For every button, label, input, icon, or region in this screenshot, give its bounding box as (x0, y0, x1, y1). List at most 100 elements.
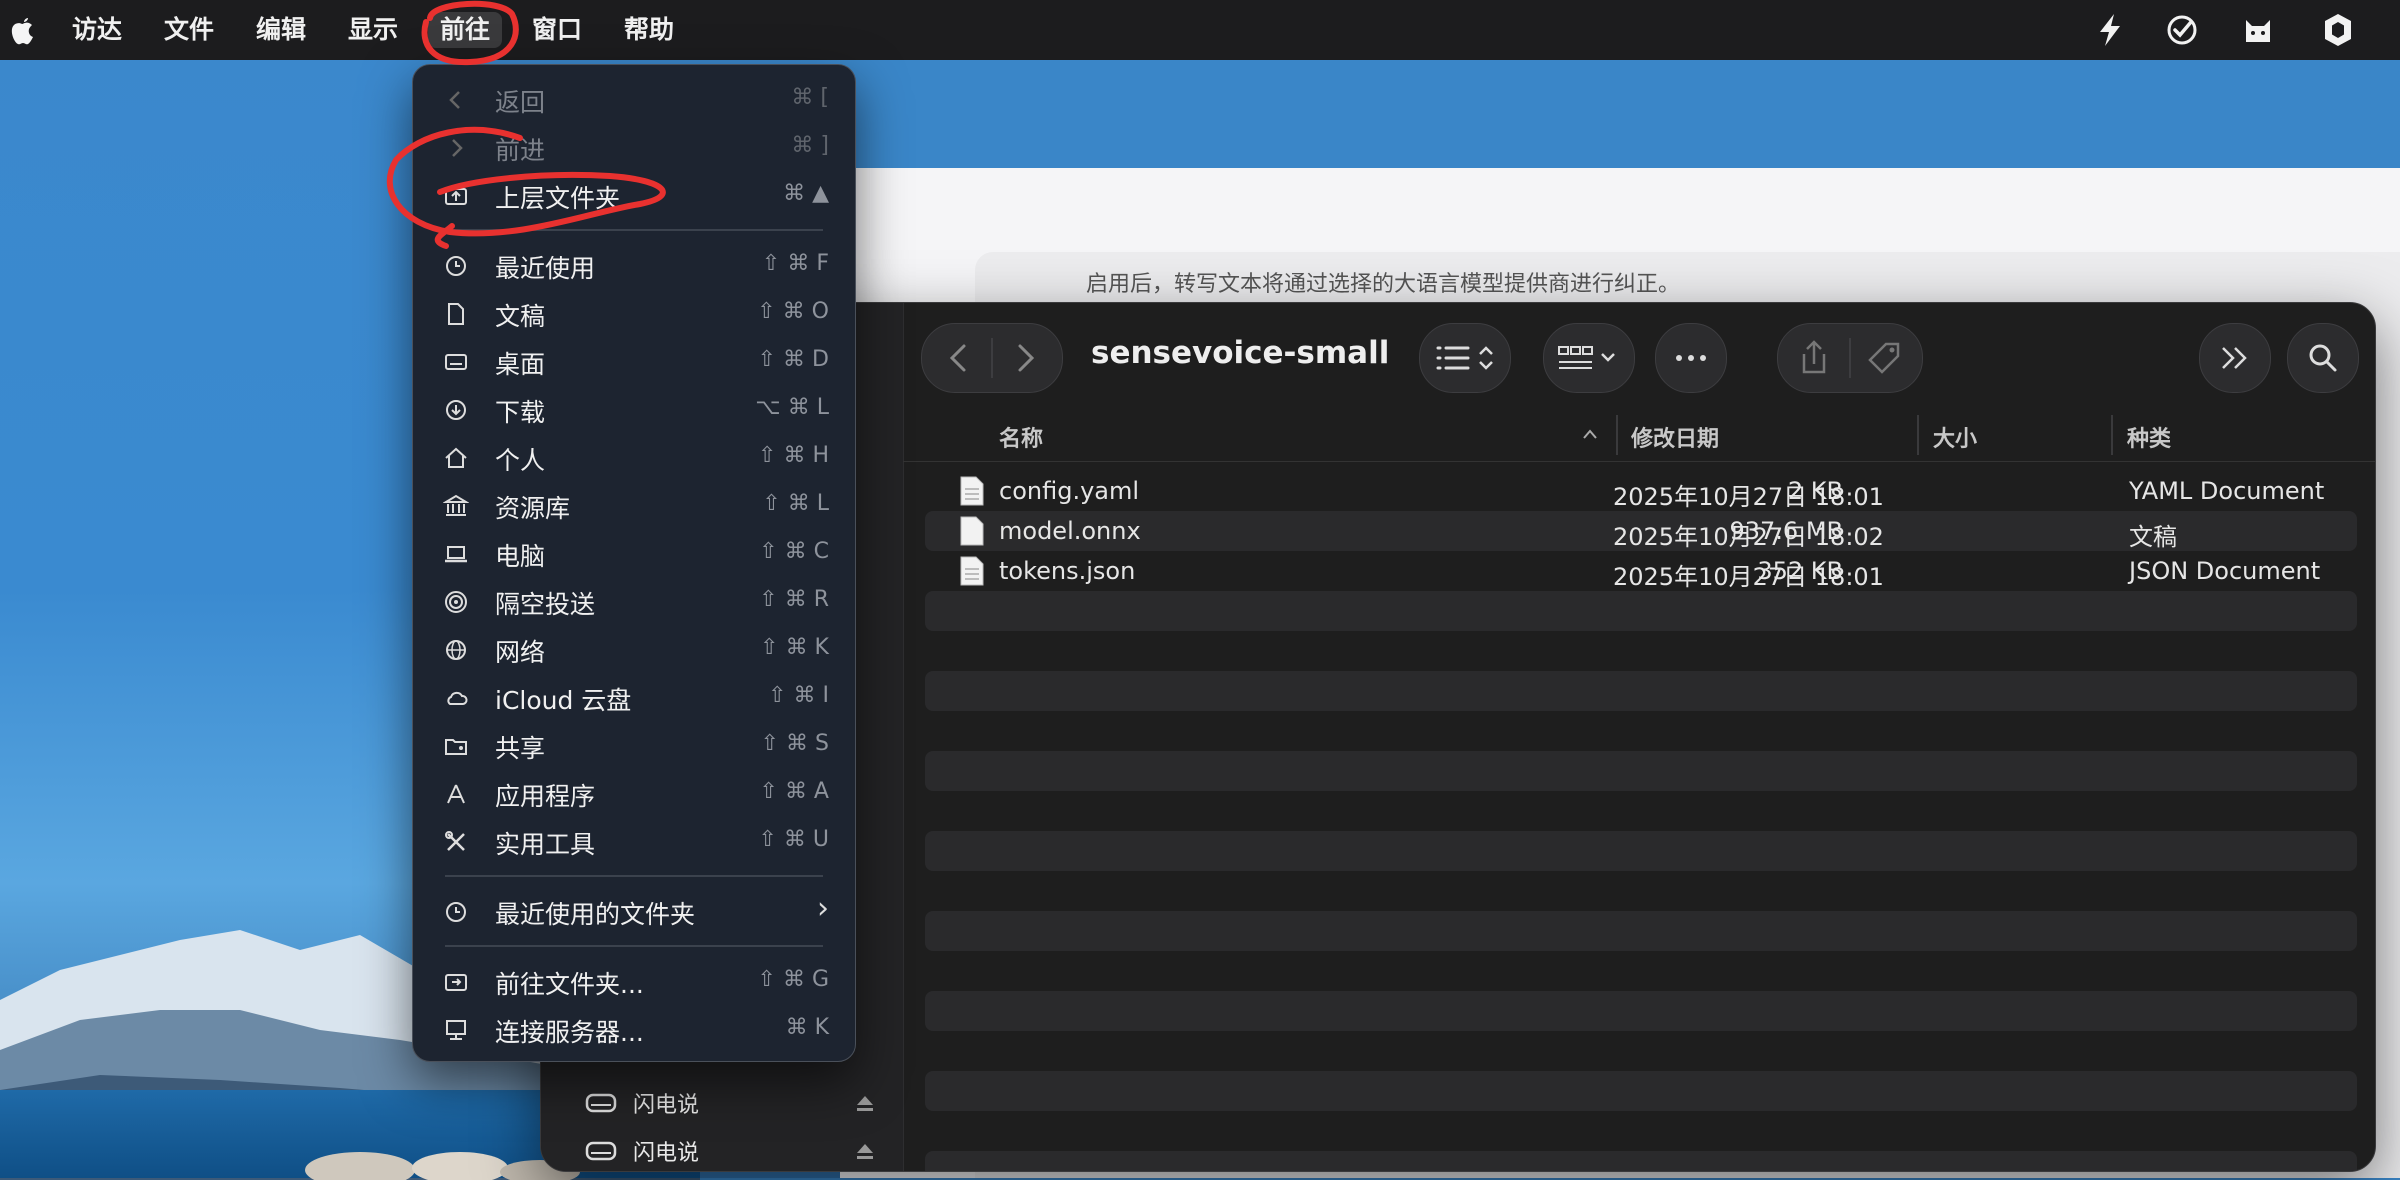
go-menu-item-network[interactable]: 网络 ⇧ ⌘ K (413, 627, 855, 671)
cat-icon[interactable] (2238, 10, 2278, 50)
menu-finder[interactable]: 访达 (60, 12, 134, 48)
search-button[interactable] (2287, 323, 2359, 393)
list-view-icon (1436, 346, 1493, 370)
menu-bar: 访达 文件 编辑 显示 前往 窗口 帮助 (0, 0, 2400, 60)
document-file-icon (960, 476, 984, 506)
clock-icon (446, 256, 466, 276)
table-row[interactable]: config.yaml 2025年10月27日 18:01 2 KB YAML … (925, 471, 2357, 511)
menu-item-label: 应用程序 (495, 782, 596, 811)
menu-item-label: 前进 (495, 136, 546, 165)
apple-logo-icon[interactable] (6, 10, 38, 50)
shield-hexagon-icon[interactable] (2318, 10, 2358, 50)
sidebar-item-volume[interactable]: 闪电说 (585, 1083, 885, 1123)
column-header-kind[interactable]: 种类 (2127, 421, 2171, 453)
cloud-icon (447, 691, 468, 705)
go-menu-item-home[interactable]: 个人 ⇧ ⌘ H (413, 435, 855, 479)
go-menu-item-utilities[interactable]: 实用工具 ⇧ ⌘ U (413, 819, 855, 863)
column-header-name[interactable]: 名称 (999, 421, 1043, 453)
document-file-icon (960, 556, 984, 586)
group-button[interactable] (1543, 323, 1635, 393)
empty-row-stripe (925, 991, 2357, 1031)
menu-item-shortcut: ⌘ ▲ (783, 181, 829, 206)
column-header-modified[interactable]: 修改日期 (1631, 421, 1719, 453)
column-separator (1917, 415, 1919, 455)
menu-edit[interactable]: 编辑 (244, 12, 318, 48)
menu-item-shortcut: ⇧ ⌘ I (768, 683, 829, 708)
file-size: 2 KB (1787, 477, 1843, 505)
go-menu-item-back[interactable]: 返回 ⌘ [ (413, 77, 855, 121)
menu-file[interactable]: 文件 (152, 12, 226, 48)
go-menu-item-library[interactable]: 资源库 ⇧ ⌘ L (413, 483, 855, 527)
checkmark-circle-icon[interactable] (2162, 10, 2202, 50)
menu-item-label: 返回 (495, 88, 546, 117)
go-menu-item-desktop[interactable]: 桌面 ⇧ ⌘ D (413, 339, 855, 383)
table-row[interactable]: model.onnx 2025年10月27日 18:02 937.6 MB 文稿 (925, 511, 2357, 551)
eject-icon[interactable] (853, 1091, 877, 1115)
menu-item-label: 文稿 (495, 302, 546, 331)
go-menu-item-computer[interactable]: 电脑 ⇧ ⌘ C (413, 531, 855, 575)
go-menu-item-forward[interactable]: 前进 ⌘ ] (413, 125, 855, 169)
menu-item-label: iCloud 云盘 (495, 686, 632, 715)
menu-item-shortcut: ⇧ ⌘ K (760, 635, 829, 660)
go-menu-dropdown: 返回 ⌘ [ 前进 ⌘ ] 上层文件夹 ⌘ ▲ 最近使用 ⇧ ⌘ F 文稿 ⇧ … (412, 64, 856, 1062)
list-view-button[interactable] (1419, 323, 1511, 393)
external-drive-icon (585, 1141, 617, 1161)
go-menu-item-applications[interactable]: 应用程序 ⇧ ⌘ A (413, 771, 855, 815)
grid-group-icon (1558, 346, 1615, 369)
menu-go[interactable]: 前往 (428, 12, 503, 48)
column-separator (2111, 415, 2113, 455)
chevron-right-icon (452, 139, 463, 157)
menu-item-label: 上层文件夹 (495, 184, 621, 213)
eject-icon[interactable] (853, 1139, 877, 1163)
menu-window[interactable]: 窗口 (520, 12, 594, 48)
file-kind: 文稿 (2129, 523, 2177, 551)
table-row[interactable]: tokens.json 2025年10月27日 18:01 352 KB JSO… (925, 551, 2357, 591)
menu-item-shortcut: ⇧ ⌘ C (759, 539, 829, 564)
shared-folder-icon (445, 739, 467, 755)
back-button[interactable] (944, 342, 974, 374)
go-menu-item-icloud[interactable]: iCloud 云盘 ⇧ ⌘ I (413, 675, 855, 719)
go-menu-item-airdrop[interactable]: 隔空投送 ⇧ ⌘ R (413, 579, 855, 623)
column-header-size[interactable]: 大小 (1933, 421, 1977, 453)
file-kind: JSON Document (2129, 557, 2321, 585)
more-actions-button[interactable] (1655, 323, 1727, 393)
search-icon (2309, 344, 2337, 372)
empty-row-stripe (925, 591, 2357, 631)
go-menu-item-go-to-folder[interactable]: 前往文件夹... ⇧ ⌘ G (413, 959, 855, 1003)
go-menu-item-enclosing-folder[interactable]: 上层文件夹 ⌘ ▲ (413, 173, 855, 217)
go-menu-item-documents[interactable]: 文稿 ⇧ ⌘ O (413, 291, 855, 335)
back-forward-group (921, 323, 1063, 393)
network-icon (446, 640, 466, 660)
menu-view[interactable]: 显示 (336, 12, 410, 48)
go-menu-item-recents[interactable]: 最近使用 ⇧ ⌘ F (413, 243, 855, 287)
file-modified: 2025年10月27日 18:01 (1613, 563, 1884, 591)
go-menu-item-shared[interactable]: 共享 ⇧ ⌘ S (413, 723, 855, 767)
sidebar-item-label: 闪电说 (633, 1093, 700, 1118)
menu-item-label: 下载 (495, 398, 546, 427)
header-divider (903, 461, 2375, 462)
lightning-icon[interactable] (2090, 10, 2130, 50)
file-size: 937.6 MB (1729, 517, 1843, 545)
file-name: config.yaml (999, 477, 1140, 505)
go-menu-item-downloads[interactable]: 下载 ⌥ ⌘ L (413, 387, 855, 431)
menu-item-label: 网络 (495, 638, 546, 667)
menu-item-shortcut: ⌘ [ (791, 85, 829, 110)
menu-help[interactable]: 帮助 (612, 12, 686, 48)
forward-button[interactable] (1010, 342, 1040, 374)
go-menu-item-recent-folders[interactable]: 最近使用的文件夹 › (413, 889, 855, 933)
go-menu-item-connect-server[interactable]: 连接服务器... ⌘ K (413, 1007, 855, 1051)
sidebar-item-volume[interactable]: 闪电说 (585, 1131, 885, 1171)
sidebar-item-label: 闪电说 (633, 1141, 700, 1166)
overflow-button[interactable] (2199, 323, 2271, 393)
empty-row-stripe (925, 1151, 2357, 1171)
sort-ascending-icon (1583, 429, 1597, 439)
tag-icon[interactable] (1866, 340, 1902, 376)
external-drive-icon (585, 1093, 617, 1113)
document-icon (448, 303, 464, 325)
chevron-left-icon (449, 91, 460, 109)
menu-separator (445, 229, 823, 231)
share-icon[interactable] (1798, 338, 1830, 378)
menu-item-label: 隔空投送 (495, 590, 596, 619)
home-icon (445, 447, 467, 468)
menu-item-shortcut: ⌥ ⌘ L (755, 395, 829, 420)
